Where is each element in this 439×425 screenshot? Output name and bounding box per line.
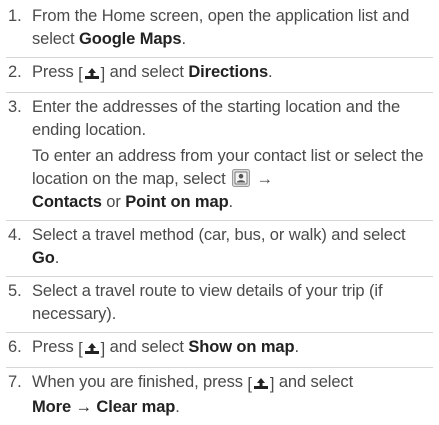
step-text: Enter the addresses of the starting loca… — [32, 98, 401, 139]
arrow-text: → — [252, 170, 274, 188]
step-punct: . — [294, 338, 299, 356]
step-text: When you are finished, press — [32, 373, 248, 391]
step-punct: . — [181, 30, 187, 48]
step-punct: . — [54, 249, 60, 267]
step-5: 5. Select a travel route to view details… — [6, 277, 433, 333]
step-7: 7. When you are finished, press [] and s… — [6, 368, 433, 425]
menu-key-icon — [253, 378, 268, 389]
step-number: 6. — [8, 338, 22, 356]
more-clear-map-label: More → Clear map — [32, 398, 176, 416]
bracket-open: [ — [78, 65, 83, 83]
step-punct: . — [228, 193, 234, 211]
or-text: or — [101, 193, 126, 211]
menu-key: [] — [78, 63, 105, 86]
menu-key: [] — [78, 338, 105, 361]
bracket-open: [ — [247, 375, 252, 393]
google-maps-label: Google Maps — [79, 30, 182, 48]
step-punct: . — [268, 63, 273, 81]
step-4: 4. Select a travel method (car, bus, or … — [6, 221, 433, 277]
step-number: 3. — [8, 98, 22, 116]
step-text: Press — [32, 63, 79, 81]
menu-key-icon — [84, 68, 99, 79]
step-subnote: To enter an address from your contact li… — [32, 145, 433, 214]
step-text: Select a travel route to view details of… — [32, 282, 383, 323]
step-text: Press — [32, 338, 79, 356]
instructions-document: 1. From the Home screen, open the applic… — [0, 0, 439, 416]
step-text: and select — [105, 63, 189, 81]
steps-list: 1. From the Home screen, open the applic… — [6, 2, 433, 425]
step-text: Select a travel method (car, bus, or wal… — [32, 226, 406, 244]
step-number: 2. — [8, 63, 22, 81]
step-number: 7. — [8, 373, 22, 391]
step-number: 4. — [8, 226, 22, 244]
step-text: and select — [274, 373, 354, 391]
step-1: 1. From the Home screen, open the applic… — [6, 2, 433, 58]
step-number: 1. — [8, 7, 22, 25]
menu-key: [] — [247, 373, 274, 396]
directions-label: Directions — [188, 63, 269, 81]
step-2: 2. Press [] and select Directions. — [6, 58, 433, 93]
contacts-label: Contacts — [32, 193, 102, 211]
show-on-map-label: Show on map — [188, 338, 295, 356]
contact-select-icon — [232, 169, 251, 187]
step-3: 3. Enter the addresses of the starting l… — [6, 93, 433, 221]
step-6: 6. Press [] and select Show on map. — [6, 333, 433, 368]
step-text: and select — [105, 338, 189, 356]
subnote-text: To enter an address from your contact li… — [32, 147, 424, 188]
bracket-open: [ — [78, 340, 83, 358]
point-on-map-label: Point on map — [125, 193, 229, 211]
step-punct: . — [175, 398, 180, 416]
go-label: Go — [32, 249, 55, 267]
step-number: 5. — [8, 282, 22, 300]
menu-key-icon — [84, 343, 99, 354]
